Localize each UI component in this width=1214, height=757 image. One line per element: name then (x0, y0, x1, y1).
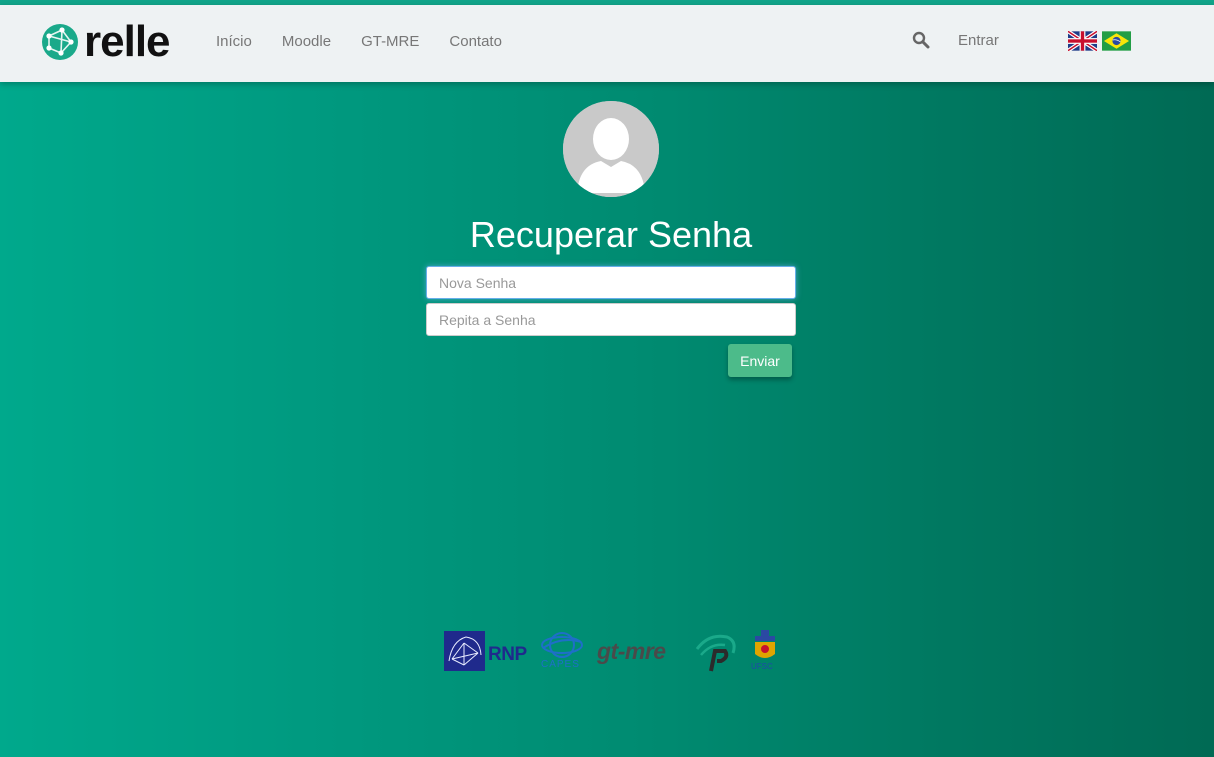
relle-network-icon (42, 24, 78, 60)
user-silhouette-icon (563, 101, 659, 197)
navbar: relle Início Moodle GT-MRE Contato Entra… (0, 5, 1214, 82)
capes-logo-icon (541, 632, 583, 658)
gt-mre-logo-label: gt-mre (597, 638, 666, 664)
capes-logo-label: CAPES (541, 659, 580, 670)
relle-logo[interactable]: relle (40, 17, 171, 66)
partner-logos: RNP CAPES gt-mre UFSC (443, 628, 783, 674)
main-nav: Início Moodle GT-MRE Contato (216, 5, 532, 77)
logo-wordmark: relle (84, 17, 171, 66)
nav-link-inicio[interactable]: Início (216, 33, 252, 50)
nav-link-moodle[interactable]: Moodle (282, 33, 331, 50)
search-icon[interactable] (912, 31, 930, 49)
nav-link-gt-mre[interactable]: GT-MRE (361, 33, 419, 50)
ufsc-logo-label: UFSC (751, 662, 773, 671)
repeat-password-input[interactable] (426, 303, 796, 336)
nav-link-contato[interactable]: Contato (449, 33, 502, 50)
rnp-logo-icon (444, 631, 485, 671)
new-password-input[interactable] (426, 266, 796, 299)
ufsc-crest-icon (755, 630, 775, 658)
login-link[interactable]: Entrar (958, 32, 999, 49)
brazil-flag-icon[interactable] (1102, 31, 1131, 51)
lab-logo-icon (695, 634, 736, 672)
rnp-logo-label: RNP (488, 644, 527, 665)
page-title: Recuperar Senha (469, 214, 753, 255)
submit-button[interactable]: Enviar (728, 344, 792, 377)
avatar (563, 101, 659, 197)
uk-flag-icon[interactable] (1068, 31, 1097, 51)
